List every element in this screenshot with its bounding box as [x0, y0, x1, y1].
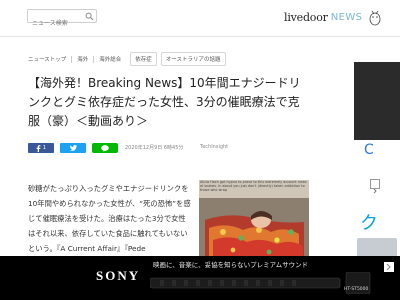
article-title: 【海外発！Breaking News】10年間エナジードリンクとグミ依存症だった…	[28, 76, 301, 128]
site-header: livedoor NEWS	[0, 0, 400, 37]
facebook-icon	[36, 144, 41, 152]
ad-model-name: HT-ST5000	[344, 287, 369, 292]
mascot-icon	[369, 10, 381, 26]
facebook-share-count: 1	[42, 145, 47, 151]
breadcrumb: ニューストップ 海外 海外総合 依存症 オーストラリアの話題	[28, 52, 226, 66]
twitter-share-button[interactable]	[60, 143, 86, 153]
ad-letter-k: ク	[360, 213, 378, 234]
ad-tagline: 映画に、音楽に、妥協を知らないプレミアムサウンド	[153, 261, 309, 269]
ad-close-icon[interactable]	[384, 262, 394, 272]
breadcrumb-item-top[interactable]: ニューストップ	[28, 55, 71, 63]
site-logo[interactable]: livedoor NEWS	[284, 10, 382, 26]
image-caption: Alicia Hoch got hypno to prove to this e…	[200, 180, 307, 193]
ad-image-dark	[354, 62, 400, 140]
breadcrumb-item-overseas[interactable]: 海外	[72, 55, 93, 63]
soundbar-image	[150, 272, 371, 294]
breadcrumb-item-overseas-general[interactable]: 海外総合	[94, 55, 126, 63]
line-share-button[interactable]	[92, 143, 118, 153]
facebook-share-button[interactable]: 1	[28, 143, 54, 153]
sidebar-ad[interactable]: C ク	[354, 62, 400, 267]
logo-text: livedoor	[284, 10, 328, 24]
twitter-icon	[69, 145, 77, 151]
search-input[interactable]	[28, 17, 80, 30]
tag-australia[interactable]: オーストラリアの話題	[160, 52, 226, 66]
article-author[interactable]: TechInsight	[200, 144, 228, 150]
tag-dependency[interactable]: 依存症	[130, 52, 157, 66]
arrow-icon[interactable]	[370, 179, 380, 194]
ad-letter-c: C	[364, 142, 374, 158]
article-body: 砂糖がたっぷり入ったグミやエナジードリンクを10年間やめられなかった女性が、“死…	[28, 184, 191, 253]
article-date: 2020年12月9日 6時45分	[125, 145, 184, 151]
search-box[interactable]	[27, 9, 97, 30]
sony-logo: SONY	[96, 268, 141, 283]
search-icon[interactable]	[85, 12, 94, 21]
line-icon	[101, 144, 109, 152]
logo-news-text: NEWS	[330, 11, 363, 23]
